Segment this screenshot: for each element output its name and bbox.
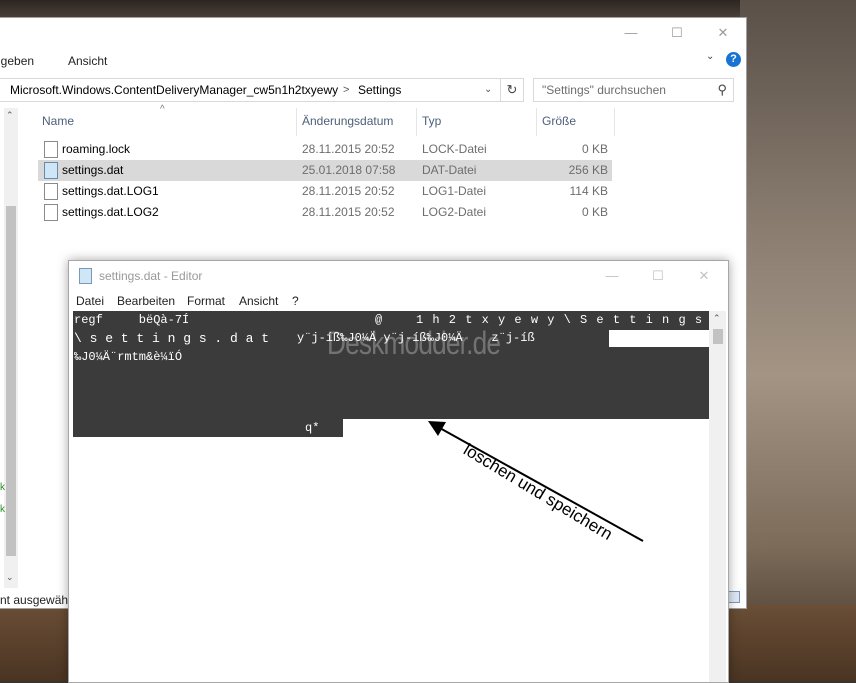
annotation-arrow-icon (428, 421, 644, 542)
